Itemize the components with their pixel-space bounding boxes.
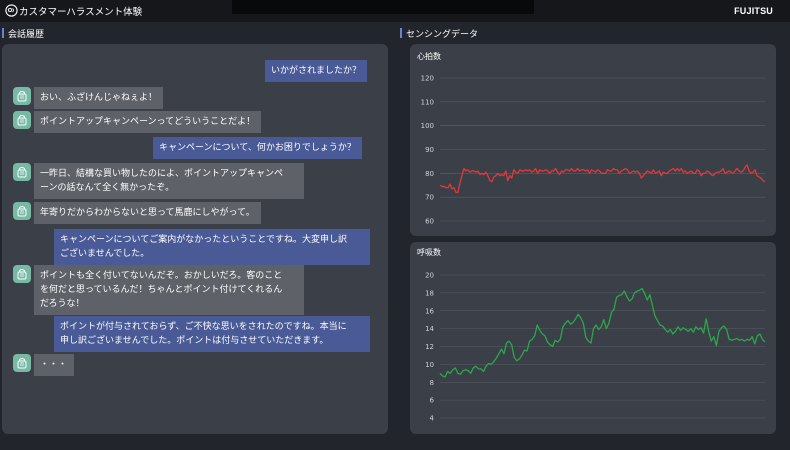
customer-avatar-icon bbox=[13, 163, 31, 181]
customer-avatar-icon bbox=[13, 265, 31, 283]
respiration-panel: 呼吸数 20 18 16 14 12 10 8 6 4 bbox=[410, 242, 776, 434]
customer-message: ポイントも全く付いてないんだぞ。おかしいだろ。客のこと を何だと思っているんだ！… bbox=[34, 265, 304, 315]
operator-message: キャンペーンについて、何かお困りでしょうか？ bbox=[153, 137, 362, 159]
customer-message: 年寄りだからわからないと思って馬鹿にしやがって。 bbox=[34, 202, 261, 224]
respiration-y-tick-label: 6 bbox=[430, 397, 435, 405]
respiration-y-tick-label: 14 bbox=[425, 325, 434, 333]
respiration-y-tick-label: 12 bbox=[425, 343, 434, 351]
top-bar: カスタマーハラスメント体験 FUJITSU bbox=[0, 0, 790, 22]
operator-message: キャンペーンについてご案内がなかったということですね。大変申し訳 ございませんで… bbox=[54, 229, 370, 265]
dialog-logo-icon bbox=[5, 4, 18, 17]
heart-rate-y-tick-label: 60 bbox=[425, 218, 434, 226]
heart-rate-series-line bbox=[439, 164, 766, 194]
heart-rate-y-tick-label: 70 bbox=[425, 194, 434, 202]
conversation-section-title: 会話履歴 bbox=[2, 27, 44, 40]
heart-rate-chart: 120 110 100 90 80 70 60 bbox=[421, 75, 766, 226]
respiration-y-tick-label: 10 bbox=[425, 361, 434, 369]
operator-message: いかがされましたか？ bbox=[265, 60, 368, 82]
heart-rate-y-tick-label: 90 bbox=[425, 146, 434, 154]
respiration-y-tick-label: 16 bbox=[425, 307, 434, 315]
respiration-y-tick-label: 4 bbox=[430, 415, 435, 423]
operator-message: ポイントが付与されておらず、ご不快な思いをされたのですね。本当に 申し訳ございま… bbox=[54, 316, 370, 352]
respiration-y-tick-label: 18 bbox=[425, 289, 434, 297]
respiration-series-line bbox=[439, 287, 766, 378]
heart-rate-y-tick-label: 80 bbox=[425, 170, 434, 178]
customer-avatar-icon bbox=[13, 202, 31, 220]
customer-message: ポイントアップキャンペーンってどういうことだよ！ bbox=[34, 111, 262, 133]
customer-avatar-icon bbox=[13, 111, 31, 129]
app-title: カスタマーハラスメント体験 bbox=[19, 7, 143, 18]
sensing-section-title: センシングデータ bbox=[400, 27, 478, 40]
heart-rate-y-tick-label: 120 bbox=[421, 75, 434, 83]
heart-rate-panel: 心拍数 120 110 100 90 80 70 60 bbox=[410, 44, 776, 236]
customer-message: ・・・ bbox=[34, 354, 74, 376]
customer-message: おい、ふざけんじゃねぇよ！ bbox=[34, 87, 164, 109]
heart-rate-y-tick-label: 110 bbox=[421, 98, 434, 106]
conversation-panel[interactable]: いかがされましたか？ おい、ふざけんじゃねぇよ！ ポイントアップキャンペーンって… bbox=[2, 44, 388, 434]
respiration-chart: 20 18 16 14 12 10 8 6 4 bbox=[425, 272, 766, 423]
brand-logo: FUJITSU bbox=[734, 6, 773, 16]
title-strip bbox=[232, 0, 534, 14]
customer-avatar-icon bbox=[13, 87, 31, 105]
heart-rate-y-tick-label: 100 bbox=[421, 122, 434, 130]
customer-message: 一昨日、結構な買い物したのによ、ポイントアップキャンペ ーンの話なんて全く無かっ… bbox=[34, 163, 304, 199]
respiration-y-tick-label: 20 bbox=[425, 272, 434, 280]
customer-avatar-icon bbox=[13, 354, 31, 372]
respiration-y-tick-label: 8 bbox=[430, 379, 434, 387]
